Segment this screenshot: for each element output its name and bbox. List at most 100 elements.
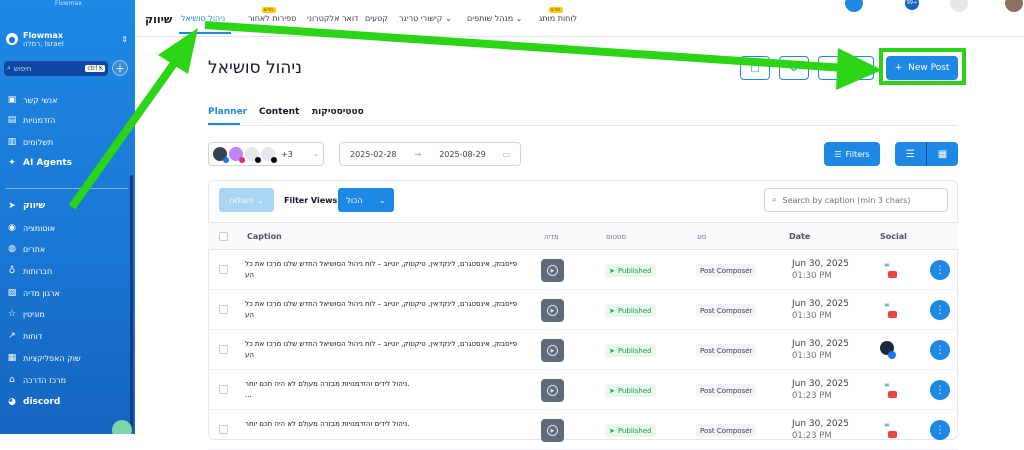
table-row[interactable]: .ניהול לידים והזדמנויות מבזרה מעולם לא ה… — [208, 370, 958, 410]
nav-trigger-links[interactable]: קישורי טריגר ⌄ — [399, 14, 452, 23]
type-badge: Post Composer — [696, 344, 757, 357]
chevron-down-icon: ⌄ — [445, 14, 452, 23]
media-thumbnail[interactable]: ▶ — [541, 299, 564, 322]
sidebar-item-reputation[interactable]: ☆ מוניטין — [7, 306, 129, 322]
filters-button[interactable]: ☰ Filters — [824, 142, 880, 166]
nav-brand-boards[interactable]: לוחות מותג — [539, 14, 577, 23]
help-icon[interactable] — [845, 0, 863, 12]
row-checkbox[interactable] — [219, 305, 228, 314]
filter-view-select[interactable]: הכול ⌄ — [338, 188, 394, 212]
account-location: רמלה, Israel — [23, 39, 64, 48]
sidebar-item-media[interactable]: ▧ ארגון מדיה — [7, 285, 129, 301]
row-menu-button[interactable]: ⋮ — [930, 340, 950, 360]
globe-icon: ◍ — [8, 244, 16, 254]
sidebar-item-reports[interactable]: ↗ דוחות — [7, 328, 129, 344]
post-caption[interactable]: פייסבוק, אינסטגרם, לינקדאין, טיקטוק, יוט… — [245, 259, 525, 281]
row-checkbox[interactable] — [219, 345, 228, 354]
media-thumbnail[interactable]: ▶ — [541, 339, 564, 362]
user-avatar[interactable] — [1005, 0, 1023, 12]
search-shortcut: ctrl K — [85, 65, 105, 72]
list-view-button[interactable]: ☰ — [895, 142, 926, 166]
post-date: Jun 30, 2025 01:30 PM — [792, 298, 849, 322]
post-caption[interactable]: .ניהול לידים והזדמנויות מבזרה מעולם לא ה… — [245, 419, 525, 441]
tab-divider — [208, 125, 958, 126]
profile-selector[interactable]: +3 ⌄ — [208, 142, 324, 166]
header-status: סטטוס — [606, 233, 627, 241]
sidebar-item-app-market[interactable]: ▦ שוק האפליקציות — [7, 350, 129, 366]
published-arrow-icon: ➤ — [609, 386, 615, 395]
date-range-picker[interactable]: 2025-02-28 → 2025-08-29 ▭ — [339, 142, 521, 166]
sidebar-item-contacts[interactable]: ▣ אנשי קשר — [7, 92, 129, 108]
notification-badge[interactable]: 99+ — [905, 0, 919, 10]
social-accounts: ∞ — [880, 419, 898, 441]
sidebar-item-marketing[interactable]: ➤ שיווק — [7, 198, 129, 214]
caption-search-input[interactable]: ⌕ Search by caption (min 3 chars) — [764, 188, 948, 212]
youtube-icon — [888, 431, 897, 438]
status-badge: ➤ Published — [605, 384, 656, 397]
tab-content[interactable]: Content — [259, 107, 299, 117]
settings-icon[interactable] — [950, 0, 968, 12]
sidebar-item-memberships[interactable]: ♁ חברותות — [7, 263, 129, 279]
tiktok-icon — [271, 157, 277, 163]
sidebar-search-input[interactable]: ⌕ חיפוש ctrl K — [4, 61, 108, 76]
store-icon: ▦ — [7, 353, 17, 363]
chevron-down-icon: ⌄ — [257, 195, 264, 205]
table-row[interactable]: פייסבוק, אינסטגרם, לינקדאין, טיקטוק, יוט… — [208, 290, 958, 330]
post-caption[interactable]: .ניהול לידים והזדמנויות מבזרה מעולם לא ה… — [245, 379, 525, 401]
sidebar-item-discord[interactable]: ◕ discord — [7, 394, 129, 410]
row-menu-button[interactable]: ⋮ — [930, 420, 950, 440]
sidebar-item-ai-agents[interactable]: ✦ AI Agents — [7, 155, 129, 171]
sidebar-scrollbar[interactable] — [130, 175, 133, 430]
brand-icon-button[interactable]: ▢ — [740, 56, 770, 80]
quick-add-button[interactable]: + — [112, 60, 128, 76]
social-accounts — [880, 339, 898, 361]
status-badge: ➤ Published — [605, 424, 656, 437]
bulk-actions-dropdown[interactable]: פעולות ⌄ — [219, 188, 274, 212]
row-checkbox[interactable] — [219, 425, 228, 434]
secondary-action-button[interactable] — [818, 56, 874, 80]
calendar-view-button[interactable]: ▦ — [926, 142, 958, 166]
caption-line: ... — [245, 391, 252, 399]
tab-statistics[interactable]: סטטיסטיקות — [312, 107, 364, 117]
sidebar-item-sites[interactable]: ◍ אתרים — [7, 241, 129, 257]
row-menu-button[interactable]: ⋮ — [930, 300, 950, 320]
sidebar-item-payments[interactable]: ▥ תשלומים — [7, 134, 129, 150]
status-badge: ➤ Published — [605, 344, 656, 357]
nav-active-indicator — [179, 32, 231, 34]
nav-snippets[interactable]: קטעים — [365, 14, 388, 23]
sidebar-item-automation[interactable]: ◉ אוטומציה — [7, 220, 129, 236]
sidebar-item-training[interactable]: ⌂ מרכז הדרכה — [7, 372, 129, 388]
play-icon: ▶ — [547, 345, 558, 356]
profile-avatar — [229, 147, 245, 163]
sidebar-item-opportunities[interactable]: ▤ הזדמנויות — [7, 112, 129, 128]
row-menu-button[interactable]: ⋮ — [930, 260, 950, 280]
sparkle-icon: ✦ — [8, 158, 16, 168]
nav-countdowns[interactable]: ספירות לאחור — [248, 14, 296, 23]
social-accounts: ∞ — [880, 379, 898, 401]
select-all-checkbox[interactable] — [219, 232, 228, 241]
post-caption[interactable]: פייסבוק, אינסטגרם, לינקדאין, טיקטוק, יוט… — [245, 339, 525, 361]
row-menu-button[interactable]: ⋮ — [930, 380, 950, 400]
view-toggle: ☰ ▦ — [895, 142, 958, 166]
table-row[interactable]: פייסבוק, אינסטגרם, לינקדאין, טיקטוק, יוט… — [208, 330, 958, 370]
nav-social-planner[interactable]: ניהול סושיאל — [181, 14, 225, 23]
table-row[interactable]: .ניהול לידים והזדמנויות מבזרה מעולם לא ה… — [208, 410, 958, 450]
post-caption[interactable]: פייסבוק, אינסטגרם, לינקדאין, טיקטוק, יוט… — [245, 299, 525, 321]
settings-button[interactable]: ⚙ — [779, 56, 809, 80]
nav-affiliate-manager[interactable]: מנהל שותפים ⌄ — [467, 14, 522, 23]
table-row[interactable]: פייסבוק, אינסטגרם, לינקדאין, טיקטוק, יוט… — [208, 250, 958, 290]
media-thumbnail[interactable]: ▶ — [541, 259, 564, 282]
account-switcher[interactable]: ● Flowmax רמלה, Israel ⇕ — [6, 28, 128, 50]
play-icon: ▶ — [547, 305, 558, 316]
media-thumbnail[interactable]: ▶ — [541, 379, 564, 402]
tab-planner[interactable]: Planner — [208, 107, 247, 117]
nav-email[interactable]: דואר אלקטרוני — [307, 14, 358, 23]
nav-label: קישורי טריגר — [399, 14, 443, 23]
time-text: 01:30 PM — [792, 351, 832, 361]
account-avatar-icon: ● — [6, 33, 18, 45]
row-checkbox[interactable] — [219, 385, 228, 394]
collapse-sidebar-button[interactable] — [112, 420, 132, 434]
media-thumbnail[interactable]: ▶ — [541, 419, 564, 442]
row-checkbox[interactable] — [219, 265, 228, 274]
status-badge: ➤ Published — [605, 304, 656, 317]
